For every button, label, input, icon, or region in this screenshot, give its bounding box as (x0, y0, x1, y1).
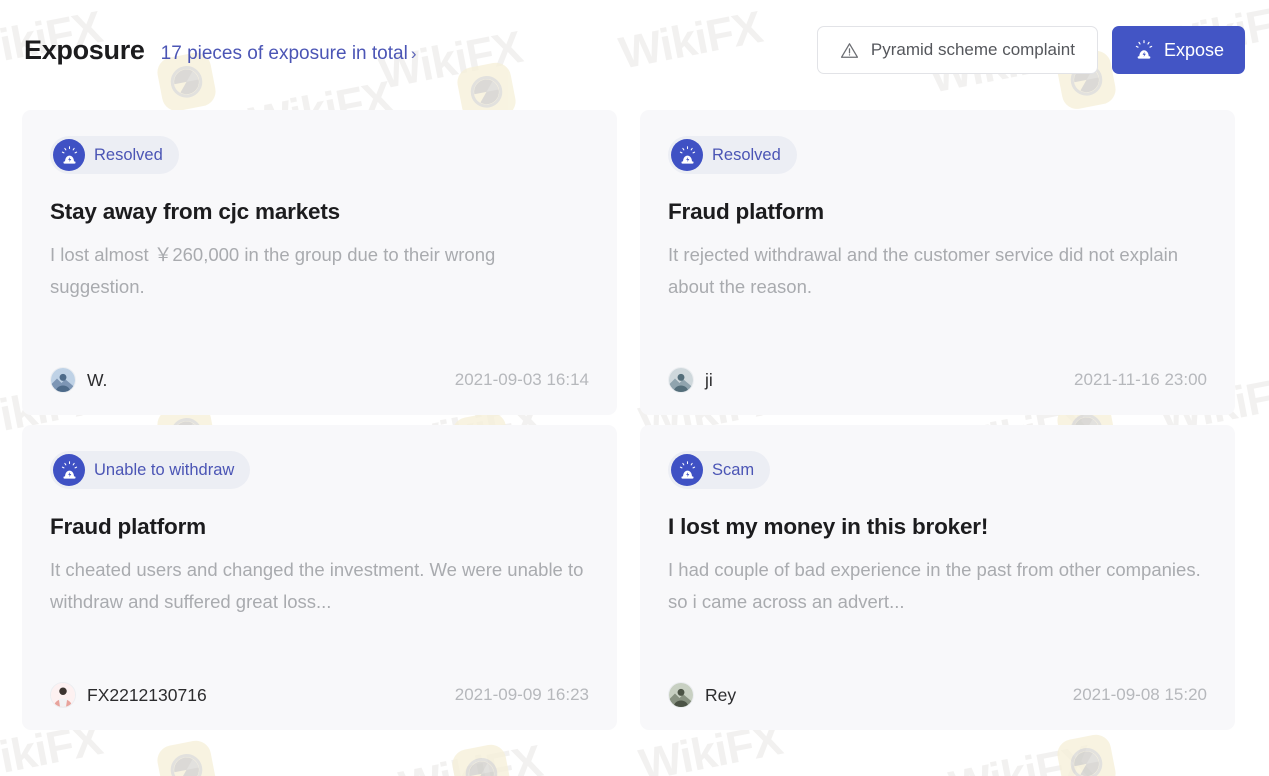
expose-button[interactable]: Expose (1111, 26, 1245, 74)
exposure-title: Fraud platform (668, 199, 824, 224)
exposure-total-label: 17 pieces of exposure in total (160, 42, 408, 64)
timestamp: 2021-09-03 16:14 (454, 370, 589, 389)
exposure-description: It rejected withdrawal and the customer … (668, 244, 1179, 297)
status-badge: Scam (668, 451, 771, 489)
exposure-card-footer: FX2212130716 2021-09-09 16:23 (50, 678, 589, 712)
timestamp: 2021-09-09 16:23 (454, 685, 589, 704)
siren-icon (671, 454, 703, 486)
status-badge: Resolved (668, 136, 797, 174)
exposure-description: It cheated users and changed the investm… (50, 559, 584, 612)
exposure-page: WikiFX WikiFX WikiFX WikiFX WikiFX WikiFX Wiki… (0, 0, 1269, 776)
exposure-card[interactable]: Unable to withdraw Fraud platform It che… (22, 425, 617, 730)
exposure-card-footer: ji 2021-11-16 23:00 (668, 363, 1207, 397)
pyramid-scheme-complaint-label: Pyramid scheme complaint (870, 40, 1075, 59)
exposure-description: I lost almost ￥260,000 in the group due … (50, 244, 496, 297)
watermark-wikifx-logo (154, 738, 219, 776)
exposure-card[interactable]: Resolved Stay away from cjc markets I lo… (22, 110, 617, 415)
author-name: FX2212130716 (87, 684, 207, 705)
siren-icon (671, 139, 703, 171)
watermark-wikifx-logo (1054, 732, 1119, 776)
header-left-group: Exposure 17 pieces of exposure in total … (24, 35, 417, 66)
exposure-description: I had couple of bad experience in the pa… (668, 559, 1201, 612)
avatar (50, 682, 76, 708)
watermark-wikifx-logo (449, 742, 514, 776)
watermark-wikifx: WikiFX (395, 735, 546, 776)
status-badge-label: Resolved (94, 145, 163, 164)
avatar (668, 367, 694, 393)
wikifx-logo-icon (154, 738, 219, 776)
page-title: Exposure (24, 34, 145, 65)
timestamp: 2021-09-08 15:20 (1072, 685, 1207, 704)
author-name: Rey (705, 684, 737, 705)
author-name: ji (705, 369, 713, 390)
expose-button-label: Expose (1163, 39, 1224, 60)
wikifx-logo-icon (1054, 732, 1119, 776)
exposure-title: I lost my money in this broker! (668, 514, 989, 539)
avatar (668, 682, 694, 708)
siren-icon (1133, 39, 1155, 61)
chevron-right-icon: › (410, 44, 417, 63)
exposure-card[interactable]: Scam I lost my money in this broker! I h… (640, 425, 1235, 730)
pyramid-scheme-complaint-button[interactable]: Pyramid scheme complaint (816, 26, 1098, 74)
watermark-text: WikiFX (395, 735, 546, 776)
status-badge-label: Resolved (712, 145, 781, 164)
warning-triangle-icon (840, 41, 859, 60)
status-badge-label: Scam (712, 460, 755, 479)
exposure-total-link[interactable]: 17 pieces of exposure in total › (161, 43, 417, 65)
author-name: W. (87, 369, 108, 390)
header-actions-group: Pyramid scheme complaint Expose (816, 26, 1245, 74)
exposure-card[interactable]: Resolved Fraud platform It rejected with… (640, 110, 1235, 415)
exposure-card-grid: Resolved Stay away from cjc markets I lo… (22, 110, 1247, 730)
status-badge: Resolved (50, 136, 179, 174)
siren-icon (53, 139, 85, 171)
status-badge: Unable to withdraw (50, 451, 251, 489)
exposure-title: Fraud platform (50, 514, 206, 539)
watermark-text: WikiFX (945, 735, 1096, 776)
wikifx-logo-icon (449, 742, 514, 776)
status-badge-label: Unable to withdraw (94, 460, 235, 479)
avatar (50, 367, 76, 393)
watermark-wikifx: WikiFX (945, 735, 1096, 776)
siren-icon (53, 454, 85, 486)
timestamp: 2021-11-16 23:00 (1074, 370, 1207, 389)
exposure-card-footer: W. 2021-09-03 16:14 (50, 363, 589, 397)
exposure-title: Stay away from cjc markets (50, 199, 340, 224)
exposure-card-footer: Rey 2021-09-08 15:20 (668, 678, 1207, 712)
page-header: Exposure 17 pieces of exposure in total … (0, 0, 1269, 100)
